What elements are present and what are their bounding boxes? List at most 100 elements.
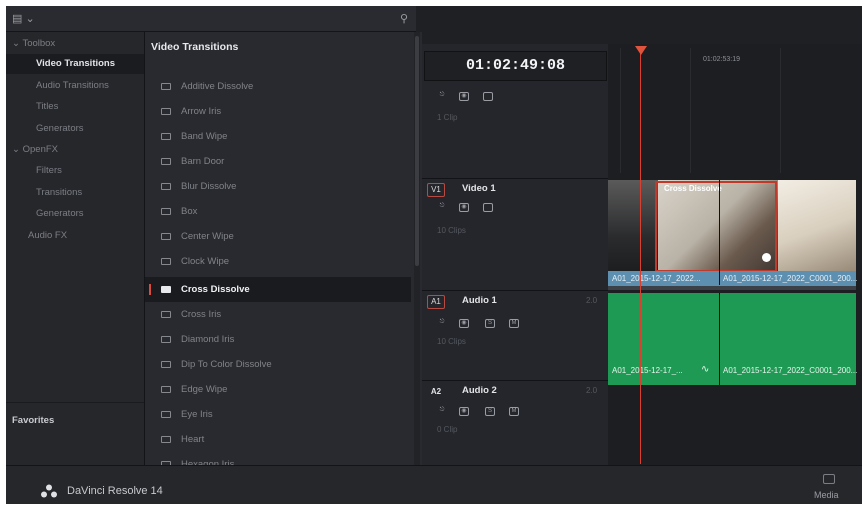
transition-handle-icon[interactable] xyxy=(762,253,771,262)
list-item[interactable]: Additive Dissolve xyxy=(145,74,411,99)
monitor-icon[interactable] xyxy=(483,203,493,212)
lock-icon[interactable]: ⎋ xyxy=(437,203,447,212)
video-clip-name: A01_2015-12-17_2022... xyxy=(612,274,701,283)
sidebar-item-ofx-transitions[interactable]: Transitions xyxy=(6,183,144,203)
list-item-label: Additive Dissolve xyxy=(181,81,254,92)
media-page-label[interactable]: Media xyxy=(814,490,839,500)
track-clip-count: 10 Clips xyxy=(437,337,466,346)
search-icon[interactable]: ⚲ xyxy=(400,12,408,25)
track-clip-count: 10 Clips xyxy=(437,226,466,235)
panel-toggle-icon[interactable]: ▤ ⌄ xyxy=(12,12,35,25)
track-clip-count: 1 Clip xyxy=(437,113,458,122)
solo-icon[interactable]: S xyxy=(485,319,495,328)
transition-icon xyxy=(161,286,171,293)
list-item[interactable]: Clock Wipe xyxy=(145,249,411,274)
cross-dissolve-transition[interactable] xyxy=(655,181,777,272)
sidebar-item-filters[interactable]: Filters xyxy=(6,161,144,181)
monitor-icon[interactable] xyxy=(483,92,493,101)
ruler-timecode: 01:02:53:19 xyxy=(703,56,740,63)
list-item[interactable]: Blur Dissolve xyxy=(145,174,411,199)
mute-icon[interactable]: M xyxy=(509,407,519,416)
list-item[interactable]: Edge Wipe xyxy=(145,377,411,402)
list-item[interactable]: Band Wipe xyxy=(145,124,411,149)
track-divider xyxy=(422,178,608,179)
openfx-label: OpenFX xyxy=(22,144,58,155)
sidebar-item-audio-fx[interactable]: Audio FX xyxy=(6,226,144,246)
transition-icon xyxy=(161,83,171,90)
lock-icon[interactable]: ⎋ xyxy=(437,92,447,101)
track-tag-a1[interactable]: A1 xyxy=(427,295,445,309)
timeline-toolbar xyxy=(416,6,862,44)
list-item[interactable]: Center Wipe xyxy=(145,224,411,249)
lock-icon[interactable]: ⎋ xyxy=(437,319,447,328)
list-item-label: Center Wipe xyxy=(181,231,234,242)
playhead-marker-icon[interactable] xyxy=(635,46,647,55)
sidebar-item-ofx-generators[interactable]: Generators xyxy=(6,204,144,224)
timecode-display[interactable]: 01:02:49:08 xyxy=(424,51,607,81)
transition-icon xyxy=(161,183,171,190)
track-tag-v1[interactable]: V1 xyxy=(427,183,445,197)
browser-toolbar: ▤ ⌄ ⚲ xyxy=(6,6,422,32)
list-item[interactable]: Eye Iris xyxy=(145,402,411,427)
ruler-gridline xyxy=(620,48,621,173)
list-item-label: Clock Wipe xyxy=(181,256,230,267)
list-item-label: Diamond Iris xyxy=(181,334,235,345)
list-item-label: Hexagon Iris xyxy=(181,459,235,465)
list-item[interactable]: Hexagon Iris xyxy=(145,452,411,465)
track-tag-a2[interactable]: A2 xyxy=(427,385,445,399)
toolbox-sidebar: ⌄ Toolbox Video Transitions Audio Transi… xyxy=(6,32,145,465)
transition-icon xyxy=(161,133,171,140)
audio-clip-name: A01_2015-12-17_... xyxy=(612,366,683,375)
eye-icon[interactable]: ◉ xyxy=(459,203,469,212)
track-name-a1[interactable]: Audio 1 xyxy=(462,295,497,306)
lock-icon[interactable]: ⎋ xyxy=(437,407,447,416)
transition-list: Video Transitions Additive Dissolve Arro… xyxy=(145,32,422,465)
ruler-gridline xyxy=(780,48,781,173)
sidebar-item-video-transitions[interactable]: Video Transitions xyxy=(6,54,144,74)
list-item[interactable]: Diamond Iris xyxy=(145,327,411,352)
transition-icon xyxy=(161,311,171,318)
sidebar-item-titles[interactable]: Titles xyxy=(6,97,144,117)
list-item[interactable]: Arrow Iris xyxy=(145,99,411,124)
audio-clip-name: A01_2015-12-17_2022_C0001_200... xyxy=(723,366,858,375)
mute-icon[interactable]: M xyxy=(509,319,519,328)
track-divider xyxy=(422,380,608,381)
app-name: DaVinci Resolve 14 xyxy=(67,485,163,497)
list-item-label: Edge Wipe xyxy=(181,384,228,395)
eye-icon[interactable]: ◉ xyxy=(459,407,469,416)
track-channel: 2.0 xyxy=(586,296,598,305)
sidebar-item-generators[interactable]: Generators xyxy=(6,119,144,139)
list-item-label: Barn Door xyxy=(181,156,225,167)
sidebar-item-audio-transitions[interactable]: Audio Transitions xyxy=(6,76,144,96)
davinci-logo-icon xyxy=(41,484,57,498)
eye-icon[interactable]: ◉ xyxy=(459,92,469,101)
sidebar-toolbox-header[interactable]: ⌄ Toolbox xyxy=(6,34,150,54)
track-name-a2[interactable]: Audio 2 xyxy=(462,385,497,396)
clip-thumbnail xyxy=(608,180,658,276)
list-item-label: Dip To Color Dissolve xyxy=(181,359,272,370)
transition-icon xyxy=(161,361,171,368)
eye-icon[interactable]: ◉ xyxy=(459,319,469,328)
media-page-icon[interactable] xyxy=(823,474,835,484)
list-item-label: Cross Iris xyxy=(181,309,222,320)
list-item-label: Arrow Iris xyxy=(181,106,222,117)
sidebar-openfx-header[interactable]: ⌄ OpenFX xyxy=(6,140,150,160)
list-item[interactable]: Heart xyxy=(145,427,411,452)
list-item-label: Blur Dissolve xyxy=(181,181,237,192)
playhead-line[interactable] xyxy=(640,52,641,464)
list-item[interactable]: Cross Iris xyxy=(145,302,411,327)
list-item[interactable]: Box xyxy=(145,199,411,224)
solo-icon[interactable]: S xyxy=(485,407,495,416)
list-item[interactable]: Dip To Color Dissolve xyxy=(145,352,411,377)
list-item-selected[interactable]: Cross Dissolve xyxy=(145,277,411,302)
video-clip-name: A01_2015-12-17_2022_C0001_200... xyxy=(723,274,858,283)
list-item-label: Eye Iris xyxy=(181,409,213,420)
clip-boundary xyxy=(719,180,720,285)
list-item-label: Band Wipe xyxy=(181,131,228,142)
list-item[interactable]: Barn Door xyxy=(145,149,411,174)
transition-icon xyxy=(161,208,171,215)
favorites-header[interactable]: Favorites xyxy=(12,415,54,426)
clip-thumbnail xyxy=(778,180,856,276)
track-name-v1[interactable]: Video 1 xyxy=(462,183,496,194)
scrollbar-thumb[interactable] xyxy=(415,36,419,266)
